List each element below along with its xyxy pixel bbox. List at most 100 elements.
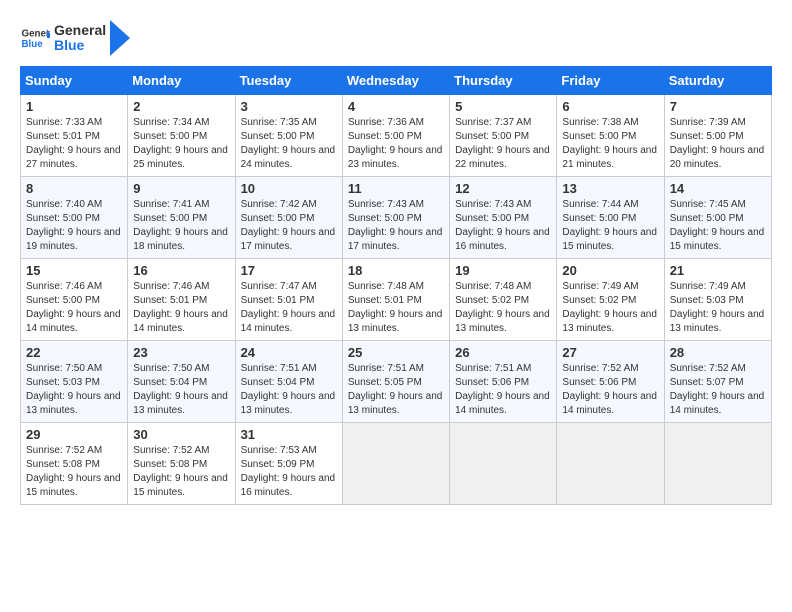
sunset-time: 5:00 PM bbox=[706, 213, 743, 224]
sunset-label: Sunset: bbox=[455, 295, 492, 306]
sunset-time: 5:06 PM bbox=[492, 377, 529, 388]
day-info: Sunrise: 7:43 AM Sunset: 5:00 PM Dayligh… bbox=[348, 198, 444, 254]
day-number: 6 bbox=[562, 99, 658, 114]
day-number: 16 bbox=[133, 263, 229, 278]
day-info: Sunrise: 7:49 AM Sunset: 5:02 PM Dayligh… bbox=[562, 280, 658, 336]
sunrise-time: 7:47 AM bbox=[280, 281, 317, 292]
sunrise-time: 7:39 AM bbox=[709, 117, 746, 128]
day-number: 14 bbox=[670, 181, 766, 196]
week-row-2: 8 Sunrise: 7:40 AM Sunset: 5:00 PM Dayli… bbox=[21, 177, 772, 259]
logo: General Blue General Blue bbox=[20, 20, 130, 56]
daylight-label: Daylight: 9 hours and 13 minutes. bbox=[455, 309, 550, 334]
sunset-label: Sunset: bbox=[26, 213, 63, 224]
calendar-cell: 9 Sunrise: 7:41 AM Sunset: 5:00 PM Dayli… bbox=[128, 177, 235, 259]
sunset-time: 5:05 PM bbox=[385, 377, 422, 388]
day-info: Sunrise: 7:49 AM Sunset: 5:03 PM Dayligh… bbox=[670, 280, 766, 336]
day-number: 5 bbox=[455, 99, 551, 114]
calendar-cell: 27 Sunrise: 7:52 AM Sunset: 5:06 PM Dayl… bbox=[557, 341, 664, 423]
header-thursday: Thursday bbox=[450, 67, 557, 95]
sunrise-label: Sunrise: bbox=[562, 363, 601, 374]
sunset-label: Sunset: bbox=[348, 131, 385, 142]
sunset-label: Sunset: bbox=[455, 213, 492, 224]
sunset-time: 5:00 PM bbox=[63, 213, 100, 224]
sunset-label: Sunset: bbox=[241, 295, 278, 306]
sunrise-label: Sunrise: bbox=[26, 363, 65, 374]
sunrise-time: 7:33 AM bbox=[65, 117, 102, 128]
day-info: Sunrise: 7:51 AM Sunset: 5:05 PM Dayligh… bbox=[348, 362, 444, 418]
day-number: 3 bbox=[241, 99, 337, 114]
day-info: Sunrise: 7:51 AM Sunset: 5:06 PM Dayligh… bbox=[455, 362, 551, 418]
sunrise-time: 7:51 AM bbox=[495, 363, 532, 374]
daylight-label: Daylight: 9 hours and 13 minutes. bbox=[562, 309, 657, 334]
day-info: Sunrise: 7:52 AM Sunset: 5:08 PM Dayligh… bbox=[26, 444, 122, 500]
daylight-label: Daylight: 9 hours and 17 minutes. bbox=[241, 227, 336, 252]
sunset-time: 5:01 PM bbox=[170, 295, 207, 306]
daylight-label: Daylight: 9 hours and 16 minutes. bbox=[455, 227, 550, 252]
sunset-time: 5:03 PM bbox=[63, 377, 100, 388]
week-row-5: 29 Sunrise: 7:52 AM Sunset: 5:08 PM Dayl… bbox=[21, 423, 772, 505]
sunset-label: Sunset: bbox=[26, 295, 63, 306]
calendar-cell: 25 Sunrise: 7:51 AM Sunset: 5:05 PM Dayl… bbox=[342, 341, 449, 423]
sunrise-label: Sunrise: bbox=[455, 363, 494, 374]
day-info: Sunrise: 7:34 AM Sunset: 5:00 PM Dayligh… bbox=[133, 116, 229, 172]
sunrise-label: Sunrise: bbox=[241, 363, 280, 374]
sunrise-label: Sunrise: bbox=[241, 281, 280, 292]
sunrise-time: 7:43 AM bbox=[495, 199, 532, 210]
day-number: 22 bbox=[26, 345, 122, 360]
daylight-label: Daylight: 9 hours and 13 minutes. bbox=[26, 391, 121, 416]
week-row-4: 22 Sunrise: 7:50 AM Sunset: 5:03 PM Dayl… bbox=[21, 341, 772, 423]
calendar-cell bbox=[664, 423, 771, 505]
sunrise-label: Sunrise: bbox=[562, 117, 601, 128]
daylight-label: Daylight: 9 hours and 14 minutes. bbox=[26, 309, 121, 334]
header-tuesday: Tuesday bbox=[235, 67, 342, 95]
week-row-1: 1 Sunrise: 7:33 AM Sunset: 5:01 PM Dayli… bbox=[21, 95, 772, 177]
sunrise-label: Sunrise: bbox=[562, 199, 601, 210]
day-info: Sunrise: 7:50 AM Sunset: 5:03 PM Dayligh… bbox=[26, 362, 122, 418]
sunset-time: 5:01 PM bbox=[385, 295, 422, 306]
sunrise-time: 7:52 AM bbox=[173, 445, 210, 456]
logo-icon: General Blue bbox=[20, 23, 50, 53]
sunrise-label: Sunrise: bbox=[348, 199, 387, 210]
sunrise-label: Sunrise: bbox=[562, 281, 601, 292]
calendar-cell: 2 Sunrise: 7:34 AM Sunset: 5:00 PM Dayli… bbox=[128, 95, 235, 177]
day-info: Sunrise: 7:48 AM Sunset: 5:01 PM Dayligh… bbox=[348, 280, 444, 336]
day-info: Sunrise: 7:46 AM Sunset: 5:00 PM Dayligh… bbox=[26, 280, 122, 336]
sunrise-label: Sunrise: bbox=[26, 117, 65, 128]
calendar-cell: 26 Sunrise: 7:51 AM Sunset: 5:06 PM Dayl… bbox=[450, 341, 557, 423]
svg-text:Blue: Blue bbox=[22, 39, 44, 50]
day-number: 15 bbox=[26, 263, 122, 278]
sunset-label: Sunset: bbox=[562, 213, 599, 224]
logo-blue: Blue bbox=[54, 38, 106, 53]
daylight-label: Daylight: 9 hours and 18 minutes. bbox=[133, 227, 228, 252]
sunrise-time: 7:44 AM bbox=[602, 199, 639, 210]
sunset-time: 5:04 PM bbox=[277, 377, 314, 388]
day-number: 28 bbox=[670, 345, 766, 360]
sunrise-time: 7:40 AM bbox=[65, 199, 102, 210]
day-number: 20 bbox=[562, 263, 658, 278]
sunset-time: 5:09 PM bbox=[277, 459, 314, 470]
sunrise-time: 7:51 AM bbox=[387, 363, 424, 374]
day-number: 23 bbox=[133, 345, 229, 360]
sunrise-label: Sunrise: bbox=[670, 281, 709, 292]
sunset-label: Sunset: bbox=[133, 213, 170, 224]
day-number: 8 bbox=[26, 181, 122, 196]
calendar-cell: 11 Sunrise: 7:43 AM Sunset: 5:00 PM Dayl… bbox=[342, 177, 449, 259]
calendar-cell: 23 Sunrise: 7:50 AM Sunset: 5:04 PM Dayl… bbox=[128, 341, 235, 423]
calendar-cell bbox=[342, 423, 449, 505]
sunset-time: 5:03 PM bbox=[706, 295, 743, 306]
sunrise-label: Sunrise: bbox=[133, 199, 172, 210]
header-wednesday: Wednesday bbox=[342, 67, 449, 95]
sunrise-time: 7:50 AM bbox=[65, 363, 102, 374]
calendar-body: 1 Sunrise: 7:33 AM Sunset: 5:01 PM Dayli… bbox=[21, 95, 772, 505]
sunset-time: 5:00 PM bbox=[277, 213, 314, 224]
sunset-label: Sunset: bbox=[241, 459, 278, 470]
sunset-label: Sunset: bbox=[562, 131, 599, 142]
sunset-label: Sunset: bbox=[133, 131, 170, 142]
calendar-cell: 12 Sunrise: 7:43 AM Sunset: 5:00 PM Dayl… bbox=[450, 177, 557, 259]
sunset-time: 5:00 PM bbox=[170, 213, 207, 224]
calendar-cell: 14 Sunrise: 7:45 AM Sunset: 5:00 PM Dayl… bbox=[664, 177, 771, 259]
sunset-time: 5:00 PM bbox=[385, 131, 422, 142]
daylight-label: Daylight: 9 hours and 13 minutes. bbox=[241, 391, 336, 416]
daylight-label: Daylight: 9 hours and 27 minutes. bbox=[26, 145, 121, 170]
calendar-cell: 10 Sunrise: 7:42 AM Sunset: 5:00 PM Dayl… bbox=[235, 177, 342, 259]
